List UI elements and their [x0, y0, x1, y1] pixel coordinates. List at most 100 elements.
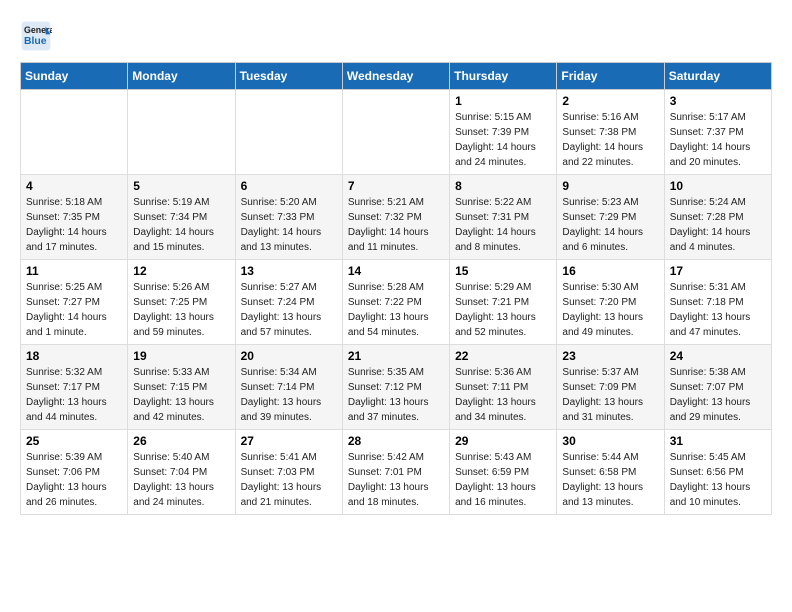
- calendar-cell: 25Sunrise: 5:39 AM Sunset: 7:06 PM Dayli…: [21, 430, 128, 515]
- day-info: Sunrise: 5:21 AM Sunset: 7:32 PM Dayligh…: [348, 195, 444, 255]
- day-number: 12: [133, 264, 229, 278]
- calendar-cell: 4 Sunrise: 5:18 AM Sunset: 7:35 PM Daylig…: [21, 175, 128, 260]
- calendar-cell: 24 Sunrise: 5:38 AM Sunset: 7:07 PM Dayli…: [664, 345, 771, 430]
- day-info: Sunrise: 5:19 AM Sunset: 7:34 PM Dayligh…: [133, 195, 229, 255]
- day-number: 18: [26, 349, 122, 363]
- day-number: 17: [670, 264, 766, 278]
- day-info: Sunrise: 5:39 AM Sunset: 7:06 PM Dayligh…: [26, 450, 122, 510]
- calendar-table: SundayMondayTuesdayWednesdayThursdayFrid…: [20, 62, 772, 515]
- calendar-cell: [128, 90, 235, 175]
- calendar-cell: 29Sunrise: 5:43 AM Sunset: 6:59 PM Dayli…: [450, 430, 557, 515]
- day-info: Sunrise: 5:31 AM Sunset: 7:18 PM Dayligh…: [670, 280, 766, 340]
- day-number: 6: [241, 179, 337, 193]
- logo: General Blue: [20, 20, 52, 52]
- day-number: 4: [26, 179, 122, 193]
- day-info: Sunrise: 5:42 AM Sunset: 7:01 PM Dayligh…: [348, 450, 444, 510]
- day-number: 23: [562, 349, 658, 363]
- day-number: 24: [670, 349, 766, 363]
- calendar-cell: 6Sunrise: 5:20 AM Sunset: 7:33 PM Daylig…: [235, 175, 342, 260]
- day-info: Sunrise: 5:41 AM Sunset: 7:03 PM Dayligh…: [241, 450, 337, 510]
- calendar-cell: [21, 90, 128, 175]
- day-info: Sunrise: 5:23 AM Sunset: 7:29 PM Dayligh…: [562, 195, 658, 255]
- day-info: Sunrise: 5:34 AM Sunset: 7:14 PM Dayligh…: [241, 365, 337, 425]
- day-number: 27: [241, 434, 337, 448]
- day-info: Sunrise: 5:27 AM Sunset: 7:24 PM Dayligh…: [241, 280, 337, 340]
- day-info: Sunrise: 5:35 AM Sunset: 7:12 PM Dayligh…: [348, 365, 444, 425]
- calendar-cell: [235, 90, 342, 175]
- day-info: Sunrise: 5:16 AM Sunset: 7:38 PM Dayligh…: [562, 110, 658, 170]
- day-number: 8: [455, 179, 551, 193]
- day-info: Sunrise: 5:15 AM Sunset: 7:39 PM Dayligh…: [455, 110, 551, 170]
- day-info: Sunrise: 5:43 AM Sunset: 6:59 PM Dayligh…: [455, 450, 551, 510]
- day-info: Sunrise: 5:26 AM Sunset: 7:25 PM Dayligh…: [133, 280, 229, 340]
- calendar-cell: 22 Sunrise: 5:36 AM Sunset: 7:11 PM Dayli…: [450, 345, 557, 430]
- day-number: 28: [348, 434, 444, 448]
- day-number: 21: [348, 349, 444, 363]
- calendar-cell: 15Sunrise: 5:29 AM Sunset: 7:21 PM Dayli…: [450, 260, 557, 345]
- weekday-header-monday: Monday: [128, 63, 235, 90]
- day-info: Sunrise: 5:36 AM Sunset: 7:11 PM Dayligh…: [455, 365, 551, 425]
- day-number: 1: [455, 94, 551, 108]
- calendar-cell: 20 Sunrise: 5:34 AM Sunset: 7:14 PM Dayli…: [235, 345, 342, 430]
- day-info: Sunrise: 5:38 AM Sunset: 7:07 PM Dayligh…: [670, 365, 766, 425]
- calendar-cell: 16Sunrise: 5:30 AM Sunset: 7:20 PM Dayli…: [557, 260, 664, 345]
- day-info: Sunrise: 5:18 AM Sunset: 7:35 PM Dayligh…: [26, 195, 122, 255]
- weekday-header-sunday: Sunday: [21, 63, 128, 90]
- calendar-cell: [342, 90, 449, 175]
- calendar-cell: 18 Sunrise: 5:32 AM Sunset: 7:17 PM Dayli…: [21, 345, 128, 430]
- calendar-cell: 9Sunrise: 5:23 AM Sunset: 7:29 PM Daylig…: [557, 175, 664, 260]
- calendar-body: 1 Sunrise: 5:15 AM Sunset: 7:39 PM Daylig…: [21, 90, 772, 515]
- calendar-cell: 11 Sunrise: 5:25 AM Sunset: 7:27 PM Dayli…: [21, 260, 128, 345]
- day-number: 14: [348, 264, 444, 278]
- day-info: Sunrise: 5:25 AM Sunset: 7:27 PM Dayligh…: [26, 280, 122, 340]
- calendar-header: SundayMondayTuesdayWednesdayThursdayFrid…: [21, 63, 772, 90]
- day-number: 15: [455, 264, 551, 278]
- calendar-cell: 17 Sunrise: 5:31 AM Sunset: 7:18 PM Dayli…: [664, 260, 771, 345]
- calendar-cell: 13 Sunrise: 5:27 AM Sunset: 7:24 PM Dayli…: [235, 260, 342, 345]
- weekday-header-tuesday: Tuesday: [235, 63, 342, 90]
- day-number: 2: [562, 94, 658, 108]
- day-info: Sunrise: 5:22 AM Sunset: 7:31 PM Dayligh…: [455, 195, 551, 255]
- day-info: Sunrise: 5:30 AM Sunset: 7:20 PM Dayligh…: [562, 280, 658, 340]
- logo-icon: General Blue: [20, 20, 52, 52]
- day-info: Sunrise: 5:33 AM Sunset: 7:15 PM Dayligh…: [133, 365, 229, 425]
- day-number: 19: [133, 349, 229, 363]
- calendar-cell: 7 Sunrise: 5:21 AM Sunset: 7:32 PM Daylig…: [342, 175, 449, 260]
- calendar-cell: 23Sunrise: 5:37 AM Sunset: 7:09 PM Dayli…: [557, 345, 664, 430]
- calendar-cell: 19 Sunrise: 5:33 AM Sunset: 7:15 PM Dayli…: [128, 345, 235, 430]
- weekday-row: SundayMondayTuesdayWednesdayThursdayFrid…: [21, 63, 772, 90]
- day-info: Sunrise: 5:24 AM Sunset: 7:28 PM Dayligh…: [670, 195, 766, 255]
- day-number: 31: [670, 434, 766, 448]
- calendar-cell: 27 Sunrise: 5:41 AM Sunset: 7:03 PM Dayli…: [235, 430, 342, 515]
- weekday-header-saturday: Saturday: [664, 63, 771, 90]
- calendar-week-3: 11 Sunrise: 5:25 AM Sunset: 7:27 PM Dayli…: [21, 260, 772, 345]
- day-info: Sunrise: 5:32 AM Sunset: 7:17 PM Dayligh…: [26, 365, 122, 425]
- calendar-week-4: 18 Sunrise: 5:32 AM Sunset: 7:17 PM Dayli…: [21, 345, 772, 430]
- calendar-cell: 31 Sunrise: 5:45 AM Sunset: 6:56 PM Dayli…: [664, 430, 771, 515]
- day-info: Sunrise: 5:28 AM Sunset: 7:22 PM Dayligh…: [348, 280, 444, 340]
- calendar-week-1: 1 Sunrise: 5:15 AM Sunset: 7:39 PM Daylig…: [21, 90, 772, 175]
- day-number: 11: [26, 264, 122, 278]
- calendar-cell: 14 Sunrise: 5:28 AM Sunset: 7:22 PM Dayli…: [342, 260, 449, 345]
- calendar-cell: 1 Sunrise: 5:15 AM Sunset: 7:39 PM Daylig…: [450, 90, 557, 175]
- day-number: 30: [562, 434, 658, 448]
- day-info: Sunrise: 5:44 AM Sunset: 6:58 PM Dayligh…: [562, 450, 658, 510]
- calendar-cell: 10 Sunrise: 5:24 AM Sunset: 7:28 PM Dayli…: [664, 175, 771, 260]
- calendar-cell: 28 Sunrise: 5:42 AM Sunset: 7:01 PM Dayli…: [342, 430, 449, 515]
- day-number: 22: [455, 349, 551, 363]
- calendar-cell: 21 Sunrise: 5:35 AM Sunset: 7:12 PM Dayli…: [342, 345, 449, 430]
- day-number: 13: [241, 264, 337, 278]
- calendar-cell: 2 Sunrise: 5:16 AM Sunset: 7:38 PM Daylig…: [557, 90, 664, 175]
- day-number: 10: [670, 179, 766, 193]
- calendar-cell: 5Sunrise: 5:19 AM Sunset: 7:34 PM Daylig…: [128, 175, 235, 260]
- day-number: 20: [241, 349, 337, 363]
- calendar-cell: 3 Sunrise: 5:17 AM Sunset: 7:37 PM Daylig…: [664, 90, 771, 175]
- calendar-week-2: 4 Sunrise: 5:18 AM Sunset: 7:35 PM Daylig…: [21, 175, 772, 260]
- calendar-cell: 30 Sunrise: 5:44 AM Sunset: 6:58 PM Dayli…: [557, 430, 664, 515]
- calendar-week-5: 25Sunrise: 5:39 AM Sunset: 7:06 PM Dayli…: [21, 430, 772, 515]
- day-info: Sunrise: 5:17 AM Sunset: 7:37 PM Dayligh…: [670, 110, 766, 170]
- day-number: 3: [670, 94, 766, 108]
- day-info: Sunrise: 5:45 AM Sunset: 6:56 PM Dayligh…: [670, 450, 766, 510]
- day-number: 7: [348, 179, 444, 193]
- weekday-header-friday: Friday: [557, 63, 664, 90]
